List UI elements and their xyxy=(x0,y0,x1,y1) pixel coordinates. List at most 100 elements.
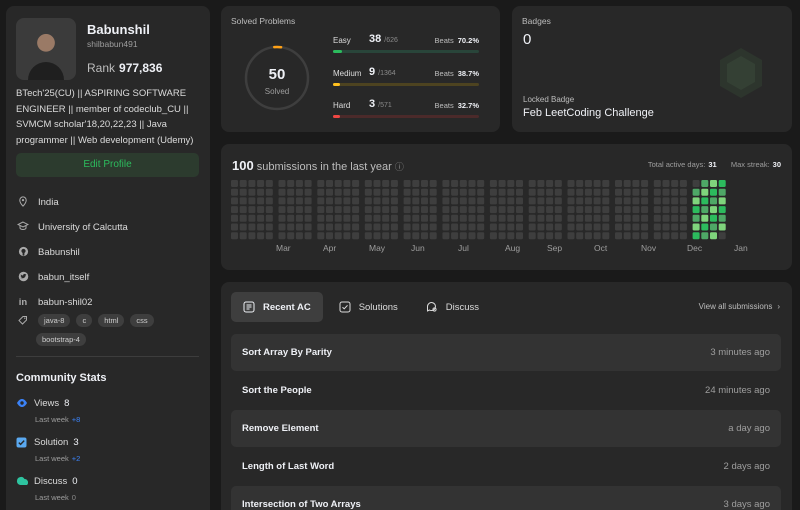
heatmap-cell[interactable] xyxy=(679,206,687,214)
list-item[interactable]: Sort Array By Parity 3 minutes ago xyxy=(231,334,781,371)
heatmap-cell[interactable] xyxy=(287,197,295,205)
heatmap-cell[interactable] xyxy=(718,232,726,240)
heatmap-cell[interactable] xyxy=(679,197,687,205)
heatmap-cell[interactable] xyxy=(692,223,700,231)
heatmap-cell[interactable] xyxy=(451,232,459,240)
heatmap-cell[interactable] xyxy=(477,214,485,222)
heatmap-cell[interactable] xyxy=(584,206,592,214)
heatmap-cell[interactable] xyxy=(257,223,265,231)
heatmap-cell[interactable] xyxy=(710,188,717,196)
heatmap-cell[interactable] xyxy=(623,223,631,231)
heatmap-cell[interactable] xyxy=(489,232,497,240)
heatmap-cell[interactable] xyxy=(364,214,372,222)
heatmap-cell[interactable] xyxy=(546,206,554,214)
heatmap-cell[interactable] xyxy=(516,223,523,231)
heatmap-cell[interactable] xyxy=(489,188,497,196)
heatmap-cell[interactable] xyxy=(641,206,649,214)
heatmap-cell[interactable] xyxy=(554,206,562,214)
heatmap-cell[interactable] xyxy=(653,188,661,196)
heatmap-cell[interactable] xyxy=(459,206,467,214)
heatmap-cell[interactable] xyxy=(459,223,467,231)
heatmap-cell[interactable] xyxy=(662,197,670,205)
heatmap-cell[interactable] xyxy=(231,180,238,187)
skill-tag[interactable]: css xyxy=(130,314,154,327)
heatmap-cell[interactable] xyxy=(567,232,575,240)
heatmap-cell[interactable] xyxy=(662,188,670,196)
heatmap-cell[interactable] xyxy=(567,188,575,196)
heatmap-cell[interactable] xyxy=(692,232,700,240)
heatmap-cell[interactable] xyxy=(326,223,333,231)
heatmap-cell[interactable] xyxy=(231,214,238,222)
heatmap-cell[interactable] xyxy=(632,197,640,205)
github-link[interactable]: Babunshil xyxy=(38,247,80,258)
heatmap-cell[interactable] xyxy=(421,232,428,240)
heatmap-cell[interactable] xyxy=(248,197,256,205)
heatmap-cell[interactable] xyxy=(403,223,411,231)
heatmap-cell[interactable] xyxy=(718,206,726,214)
heatmap-cell[interactable] xyxy=(239,214,247,222)
heatmap-cell[interactable] xyxy=(528,214,536,222)
heatmap-cell[interactable] xyxy=(718,188,726,196)
heatmap-cell[interactable] xyxy=(679,223,687,231)
heatmap-cell[interactable] xyxy=(615,223,622,231)
heatmap-cell[interactable] xyxy=(317,232,325,240)
info-icon[interactable]: ⓘ xyxy=(395,160,404,173)
heatmap-cell[interactable] xyxy=(326,206,333,214)
heatmap-cell[interactable] xyxy=(546,223,554,231)
locked-badge-icon[interactable] xyxy=(717,46,765,100)
heatmap-cell[interactable] xyxy=(287,180,295,187)
heatmap-cell[interactable] xyxy=(248,232,256,240)
heatmap-cell[interactable] xyxy=(602,188,610,196)
heatmap-cell[interactable] xyxy=(623,180,631,187)
heatmap-cell[interactable] xyxy=(477,188,485,196)
heatmap-cell[interactable] xyxy=(507,232,515,240)
heatmap-cell[interactable] xyxy=(546,180,554,187)
heatmap-cell[interactable] xyxy=(692,197,700,205)
heatmap-cell[interactable] xyxy=(326,232,333,240)
heatmap-cell[interactable] xyxy=(390,206,398,214)
heatmap-cell[interactable] xyxy=(662,214,670,222)
heatmap-cell[interactable] xyxy=(498,223,506,231)
heatmap-cell[interactable] xyxy=(304,197,312,205)
heatmap-cell[interactable] xyxy=(489,180,497,187)
heatmap-cell[interactable] xyxy=(451,188,459,196)
heatmap-cell[interactable] xyxy=(537,223,545,231)
heatmap-cell[interactable] xyxy=(679,180,687,187)
heatmap-cell[interactable] xyxy=(334,180,342,187)
heatmap-cell[interactable] xyxy=(459,188,467,196)
heatmap-cell[interactable] xyxy=(304,206,312,214)
heatmap-cell[interactable] xyxy=(671,188,679,196)
heatmap-cell[interactable] xyxy=(317,188,325,196)
heatmap-cell[interactable] xyxy=(364,223,372,231)
heatmap-cell[interactable] xyxy=(451,180,459,187)
heatmap-cell[interactable] xyxy=(554,197,562,205)
heatmap-cell[interactable] xyxy=(403,232,411,240)
heatmap-cell[interactable] xyxy=(278,232,286,240)
twitter-row[interactable]: babun_itself xyxy=(16,271,89,284)
heatmap-cell[interactable] xyxy=(343,206,351,214)
heatmap-cell[interactable] xyxy=(334,232,342,240)
heatmap-cell[interactable] xyxy=(257,232,265,240)
tab-discuss[interactable]: Discuss xyxy=(414,292,491,322)
heatmap-cell[interactable] xyxy=(593,214,601,222)
heatmap-cell[interactable] xyxy=(507,206,515,214)
heatmap-cell[interactable] xyxy=(662,232,670,240)
heatmap-cell[interactable] xyxy=(632,180,640,187)
heatmap-cell[interactable] xyxy=(334,223,342,231)
heatmap-cell[interactable] xyxy=(554,232,562,240)
list-item[interactable]: Sort the People 24 minutes ago xyxy=(231,372,781,409)
heatmap-cell[interactable] xyxy=(593,180,601,187)
heatmap-cell[interactable] xyxy=(373,206,381,214)
heatmap-cell[interactable] xyxy=(304,223,312,231)
heatmap-cell[interactable] xyxy=(516,197,523,205)
heatmap-cell[interactable] xyxy=(326,188,333,196)
heatmap-cell[interactable] xyxy=(546,214,554,222)
heatmap-cell[interactable] xyxy=(632,214,640,222)
heatmap-cell[interactable] xyxy=(468,197,476,205)
heatmap-cell[interactable] xyxy=(567,223,575,231)
heatmap-cell[interactable] xyxy=(489,206,497,214)
heatmap-cell[interactable] xyxy=(278,188,286,196)
heatmap-cell[interactable] xyxy=(317,223,325,231)
heatmap-cell[interactable] xyxy=(662,180,670,187)
heatmap-cell[interactable] xyxy=(334,188,342,196)
